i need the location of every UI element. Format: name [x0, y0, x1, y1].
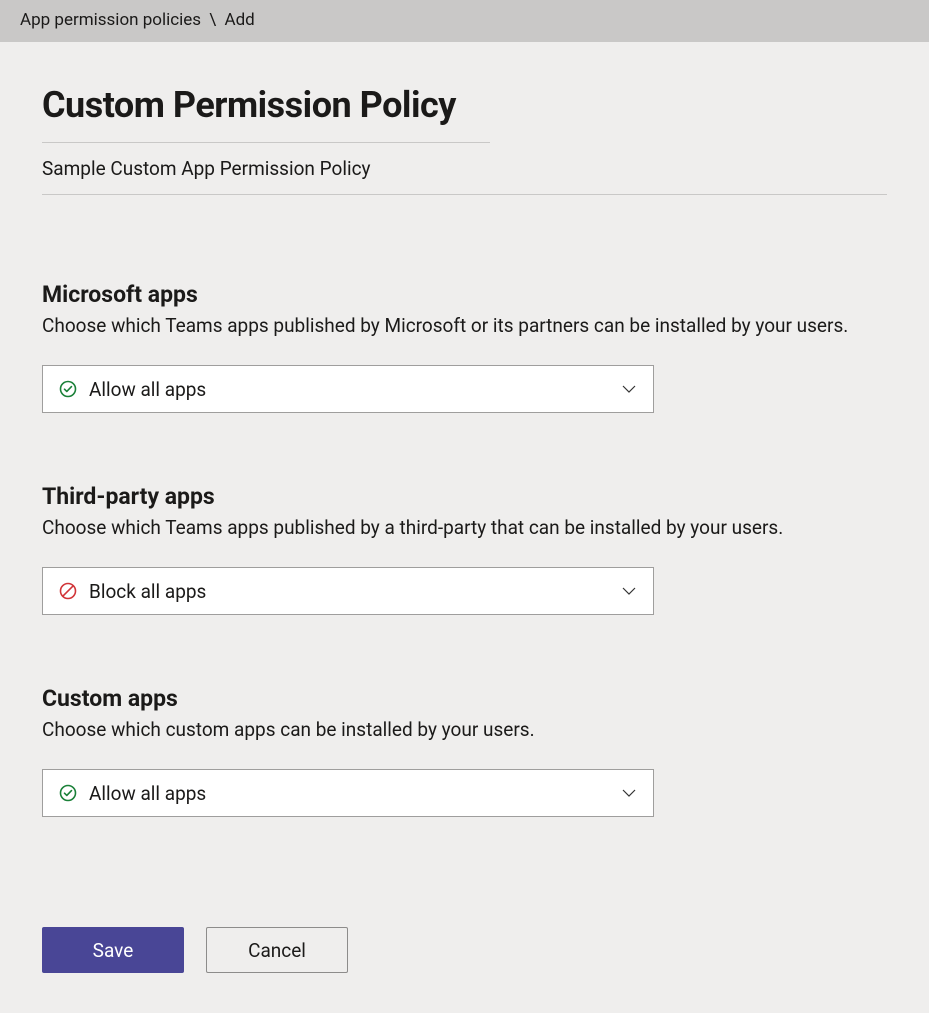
title-divider: [42, 142, 490, 143]
section-title: Microsoft apps: [42, 281, 887, 308]
section-title: Third-party apps: [42, 483, 887, 510]
section-third-party-apps: Third-party apps Choose which Teams apps…: [42, 483, 887, 615]
block-circle-icon: [59, 582, 77, 600]
button-row: Save Cancel: [42, 927, 887, 973]
breadcrumb-separator: \: [209, 10, 216, 30]
dropdown-selected-label: Allow all apps: [89, 782, 621, 805]
breadcrumb-parent-link[interactable]: App permission policies: [20, 10, 201, 30]
page-title: Custom Permission Policy: [42, 84, 887, 126]
dropdown-selected-label: Block all apps: [89, 580, 621, 603]
chevron-down-icon: [621, 381, 637, 397]
save-button[interactable]: Save: [42, 927, 184, 973]
chevron-down-icon: [621, 583, 637, 599]
third-party-apps-dropdown[interactable]: Block all apps: [42, 567, 654, 615]
cancel-button[interactable]: Cancel: [206, 927, 348, 973]
chevron-down-icon: [621, 785, 637, 801]
breadcrumb: App permission policies \ Add: [0, 0, 929, 42]
section-description: Choose which Teams apps published by Mic…: [42, 314, 887, 337]
checkmark-circle-icon: [59, 380, 77, 398]
section-microsoft-apps: Microsoft apps Choose which Teams apps p…: [42, 281, 887, 413]
section-description: Choose which Teams apps published by a t…: [42, 516, 887, 539]
section-title: Custom apps: [42, 685, 887, 712]
section-custom-apps: Custom apps Choose which custom apps can…: [42, 685, 887, 817]
breadcrumb-current: Add: [225, 10, 255, 30]
microsoft-apps-dropdown[interactable]: Allow all apps: [42, 365, 654, 413]
name-divider: [42, 194, 887, 195]
dropdown-selected-label: Allow all apps: [89, 378, 621, 401]
checkmark-circle-icon: [59, 784, 77, 802]
custom-apps-dropdown[interactable]: Allow all apps: [42, 769, 654, 817]
section-description: Choose which custom apps can be installe…: [42, 718, 887, 741]
policy-name-field[interactable]: Sample Custom App Permission Policy: [42, 157, 887, 180]
